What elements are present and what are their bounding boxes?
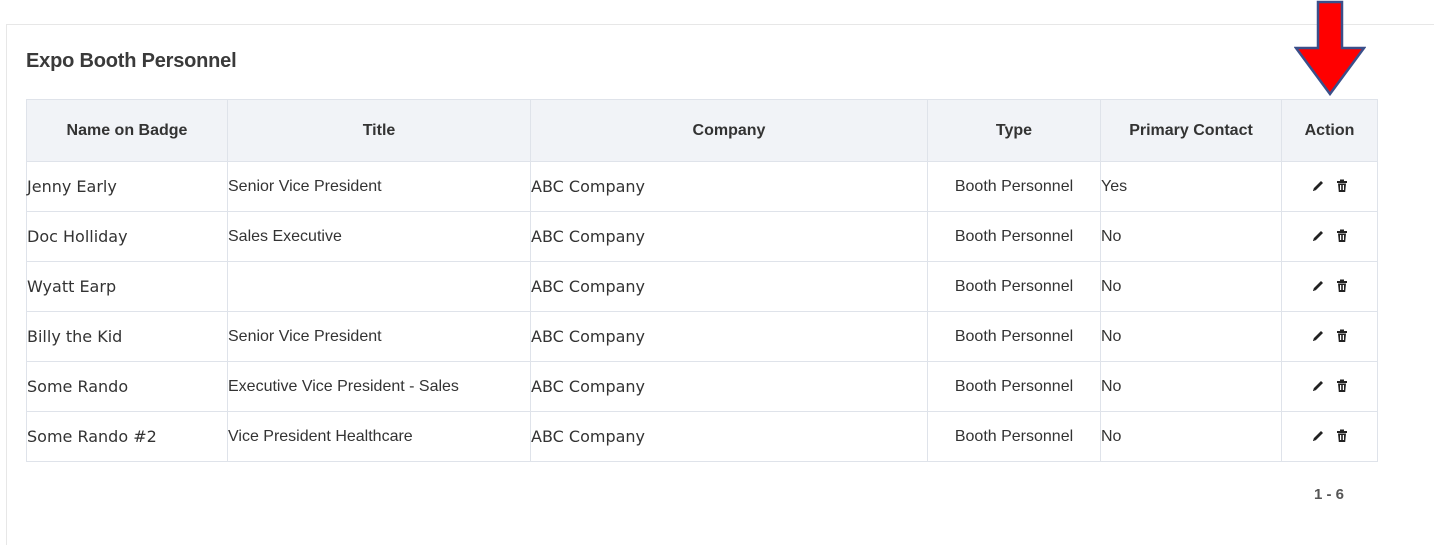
column-header-name[interactable]: Name on Badge bbox=[26, 99, 228, 162]
cell-primary-contact: No bbox=[1100, 411, 1282, 462]
cell-title: Vice President Healthcare bbox=[227, 411, 531, 462]
cell-type: Booth Personnel bbox=[927, 161, 1101, 212]
trash-icon[interactable] bbox=[1335, 329, 1349, 343]
trash-icon[interactable] bbox=[1335, 229, 1349, 243]
column-header-primary-contact[interactable]: Primary Contact bbox=[1100, 99, 1282, 162]
cell-company: ABC Company bbox=[530, 361, 928, 412]
column-header-company[interactable]: Company bbox=[530, 99, 928, 162]
panel-title: Expo Booth Personnel bbox=[26, 50, 237, 72]
cell-primary-contact: No bbox=[1100, 211, 1282, 262]
column-header-type[interactable]: Type bbox=[927, 99, 1101, 162]
cell-type: Booth Personnel bbox=[927, 261, 1101, 312]
cell-primary-contact: No bbox=[1100, 361, 1282, 412]
cell-name: Wyatt Earp bbox=[26, 261, 228, 312]
cell-action bbox=[1281, 261, 1378, 312]
cell-action bbox=[1281, 161, 1378, 212]
cell-company: ABC Company bbox=[530, 161, 928, 212]
cell-title: Sales Executive bbox=[227, 211, 531, 262]
cell-primary-contact: Yes bbox=[1100, 161, 1282, 212]
edit-icon[interactable] bbox=[1311, 179, 1325, 193]
table-row: Wyatt Earp ABC Company Booth Personnel No bbox=[26, 261, 1378, 312]
table-row: Doc Holliday Sales Executive ABC Company Bo… bbox=[26, 211, 1378, 262]
edit-icon[interactable] bbox=[1311, 329, 1325, 343]
cell-type: Booth Personnel bbox=[927, 361, 1101, 412]
table-row: Billy the Kid Senior Vice President ABC Co… bbox=[26, 311, 1378, 362]
cell-name: Some Rando #2 bbox=[26, 411, 228, 462]
trash-icon[interactable] bbox=[1335, 179, 1349, 193]
column-header-action: Action bbox=[1281, 99, 1378, 162]
cell-title: Senior Vice President bbox=[227, 311, 531, 362]
cell-title bbox=[227, 261, 531, 312]
cell-name: Billy the Kid bbox=[26, 311, 228, 362]
table-row: Some Rando #2 Vice President Healthcare AB… bbox=[26, 411, 1378, 462]
pagination-range: 1 - 6 bbox=[1314, 486, 1345, 503]
cell-name: Jenny Early bbox=[26, 161, 228, 212]
cell-name: Doc Holliday bbox=[26, 211, 228, 262]
cell-name: Some Rando bbox=[26, 361, 228, 412]
table-header-row: Name on Badge Title Company Type Primary… bbox=[26, 99, 1378, 162]
cell-action bbox=[1281, 311, 1378, 362]
cell-type: Booth Personnel bbox=[927, 411, 1101, 462]
trash-icon[interactable] bbox=[1335, 379, 1349, 393]
cell-title: Senior Vice President bbox=[227, 161, 531, 212]
personnel-table: Name on Badge Title Company Type Primary… bbox=[26, 99, 1378, 462]
cell-type: Booth Personnel bbox=[927, 211, 1101, 262]
cell-company: ABC Company bbox=[530, 211, 928, 262]
annotation-arrow bbox=[1294, 0, 1366, 96]
trash-icon[interactable] bbox=[1335, 279, 1349, 293]
trash-icon[interactable] bbox=[1335, 429, 1349, 443]
edit-icon[interactable] bbox=[1311, 279, 1325, 293]
cell-primary-contact: No bbox=[1100, 311, 1282, 362]
cell-action bbox=[1281, 411, 1378, 462]
cell-company: ABC Company bbox=[530, 261, 928, 312]
column-header-title[interactable]: Title bbox=[227, 99, 531, 162]
cell-action bbox=[1281, 211, 1378, 262]
edit-icon[interactable] bbox=[1311, 379, 1325, 393]
edit-icon[interactable] bbox=[1311, 429, 1325, 443]
cell-action bbox=[1281, 361, 1378, 412]
cell-company: ABC Company bbox=[530, 311, 928, 362]
table-row: Some Rando Executive Vice President - Sal… bbox=[26, 361, 1378, 412]
cell-title: Executive Vice President - Sales bbox=[227, 361, 531, 412]
cell-company: ABC Company bbox=[530, 411, 928, 462]
edit-icon[interactable] bbox=[1311, 229, 1325, 243]
cell-primary-contact: No bbox=[1100, 261, 1282, 312]
cell-type: Booth Personnel bbox=[927, 311, 1101, 362]
table-row: Jenny Early Senior Vice President ABC Comp… bbox=[26, 161, 1378, 212]
